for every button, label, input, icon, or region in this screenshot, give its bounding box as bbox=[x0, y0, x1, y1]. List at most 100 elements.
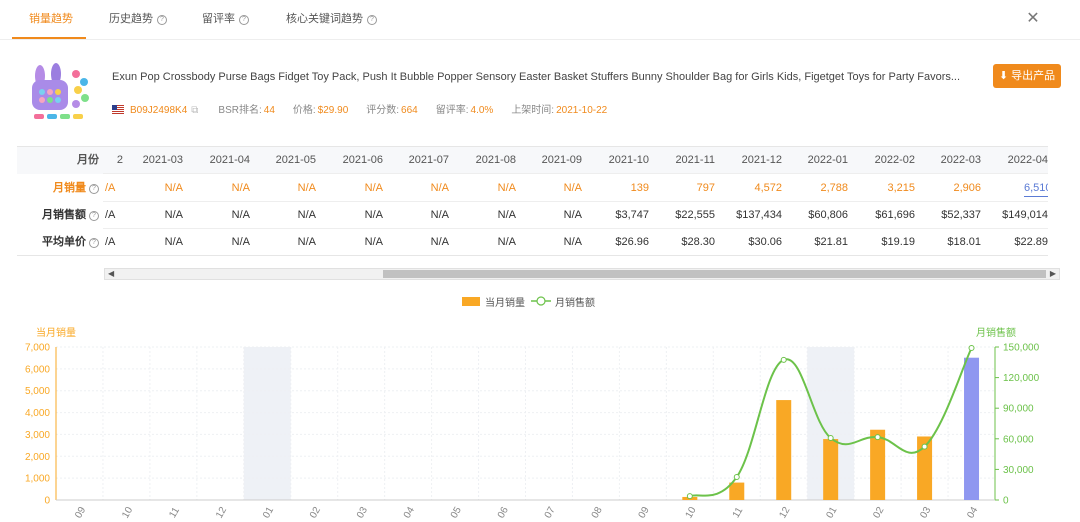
help-icon[interactable]: ? bbox=[89, 211, 99, 221]
price-value: $29.90 bbox=[317, 105, 349, 116]
revenue-point[interactable] bbox=[780, 356, 787, 363]
revenue-point[interactable] bbox=[733, 473, 740, 480]
launch-date-label: 上架时间: bbox=[511, 105, 555, 116]
x-axis-tick-label: 05 bbox=[449, 505, 464, 521]
row-label-text: 月销售额 bbox=[42, 209, 86, 221]
table-cell: $3,747 bbox=[615, 209, 649, 221]
table-cell: $18.01 bbox=[947, 236, 981, 248]
x-axis-tick-label: 10 bbox=[120, 505, 135, 521]
right-axis-tick-label: 30,000 bbox=[1003, 465, 1034, 476]
tab-keyword-trend[interactable]: 核心关键词趋势? bbox=[286, 0, 377, 40]
asin-link[interactable]: B09J2498K4 bbox=[130, 105, 187, 116]
x-axis-tick-label: 09 bbox=[73, 505, 88, 521]
table-cell: N/A bbox=[364, 209, 383, 221]
table-cell: 3,215 bbox=[887, 182, 915, 194]
bsr-value: 44 bbox=[263, 105, 275, 116]
right-axis-tick-label: 60,000 bbox=[1003, 434, 1034, 445]
table-header-label: 月份 bbox=[17, 147, 103, 174]
table-cell: N/A bbox=[297, 209, 316, 221]
table-row-average-price: /A N/A N/A N/A N/A N/A N/A N/A $26.96 $28.30 $30.… bbox=[17, 229, 1048, 255]
table-cell: N/A bbox=[297, 236, 316, 248]
legend-line-label[interactable]: 月销售额 bbox=[555, 294, 595, 309]
table-cell: $30.06 bbox=[748, 236, 782, 248]
sales-bar[interactable] bbox=[870, 429, 886, 500]
table-cell: $26.96 bbox=[615, 236, 649, 248]
table-cell: 2,906 bbox=[953, 182, 981, 194]
right-axis-tick-label: 0 bbox=[1003, 496, 1009, 507]
close-icon[interactable]: ✕ bbox=[1026, 10, 1040, 28]
help-icon[interactable]: ? bbox=[89, 184, 99, 194]
export-product-button[interactable]: ⬇ 导出产品 bbox=[993, 64, 1061, 88]
x-axis-tick-label: 04 bbox=[965, 505, 980, 521]
sales-bar[interactable] bbox=[964, 357, 980, 500]
x-axis-tick-label: 12 bbox=[777, 505, 792, 521]
legend-bar-label[interactable]: 当月销量 bbox=[485, 294, 525, 309]
table-horizontal-scrollbar[interactable]: ◀ ▶ bbox=[104, 268, 1060, 280]
tab-bar: 销量趋势 历史趋势? 留评率? 核心关键词趋势? ✕ bbox=[0, 0, 1080, 40]
table-cell[interactable]: 6,510 bbox=[1024, 179, 1048, 197]
table-cell: N/A bbox=[297, 182, 316, 194]
table-cell: 2021-10 bbox=[608, 154, 649, 166]
table-cell: $149,014 bbox=[1002, 209, 1048, 221]
active-tab-indicator bbox=[12, 37, 86, 39]
sales-bar[interactable] bbox=[729, 482, 745, 500]
table-cell: N/A bbox=[164, 236, 183, 248]
table-cell: N/A bbox=[563, 236, 582, 248]
highlight-band bbox=[243, 347, 291, 500]
x-axis-tick-label: 10 bbox=[684, 505, 699, 521]
table-cell: $137,434 bbox=[736, 209, 782, 221]
sales-trend-chart: 0 1,000 2,000 3,000 4,000 5,000 6,000 7,000 0 30,… bbox=[25, 343, 1040, 521]
table-cell: $60,806 bbox=[808, 209, 848, 221]
table-cell: N/A bbox=[231, 236, 250, 248]
table-cell: N/A bbox=[364, 182, 383, 194]
right-axis-tick-label: 120,000 bbox=[1003, 373, 1040, 384]
revenue-point[interactable] bbox=[874, 434, 881, 441]
right-axis-tick-label: 90,000 bbox=[1003, 404, 1034, 415]
right-axis-tick-label: 150,000 bbox=[1003, 343, 1040, 354]
product-title[interactable]: Exun Pop Crossbody Purse Bags Fidget Toy… bbox=[112, 71, 960, 83]
revenue-point[interactable] bbox=[921, 443, 928, 450]
help-icon[interactable]: ? bbox=[89, 238, 99, 248]
table-cell: 2022-04 bbox=[1007, 154, 1048, 166]
help-icon[interactable]: ? bbox=[239, 15, 249, 25]
x-axis-tick-label: 03 bbox=[918, 505, 933, 521]
row-label-average-price: 平均单价? bbox=[17, 229, 103, 255]
tab-review-rate[interactable]: 留评率? bbox=[202, 0, 249, 40]
revenue-point[interactable] bbox=[968, 345, 975, 352]
tab-sales-trend[interactable]: 销量趋势 bbox=[29, 0, 73, 40]
table-cell: N/A bbox=[430, 236, 449, 248]
table-cell: $21.81 bbox=[814, 236, 848, 248]
table-cell: $19.19 bbox=[881, 236, 915, 248]
export-label: 导出产品 bbox=[1011, 70, 1056, 82]
x-axis-tick-label: 08 bbox=[590, 505, 605, 521]
sales-bar[interactable] bbox=[823, 439, 839, 500]
scrollbar-thumb[interactable] bbox=[383, 270, 1046, 278]
external-link-icon[interactable]: ⧉ bbox=[191, 105, 198, 116]
scroll-right-icon[interactable]: ▶ bbox=[1050, 268, 1056, 280]
scroll-left-icon[interactable]: ◀ bbox=[108, 268, 114, 280]
row-label-text: 月销量 bbox=[53, 182, 86, 194]
x-axis-tick-label: 09 bbox=[637, 505, 652, 521]
table-cell: 2022-03 bbox=[940, 154, 981, 166]
x-axis-tick-label: 06 bbox=[496, 505, 511, 521]
table-row-monthly-sales: /A N/A N/A N/A N/A N/A N/A N/A 139 797 4,572 2,788… bbox=[17, 175, 1048, 202]
x-axis-tick-label: 11 bbox=[731, 505, 746, 520]
table-cell: N/A bbox=[497, 236, 516, 248]
table-cell: 2021-04 bbox=[209, 154, 250, 166]
left-axis-tick-label: 0 bbox=[44, 496, 50, 507]
left-axis-tick-label: 6,000 bbox=[25, 364, 50, 375]
table-cell: $61,696 bbox=[875, 209, 915, 221]
row-label-text: 平均单价 bbox=[42, 236, 86, 248]
table-cell: N/A bbox=[430, 182, 449, 194]
x-axis-tick-label: 02 bbox=[308, 505, 323, 521]
help-icon[interactable]: ? bbox=[157, 15, 167, 25]
table-cell: N/A bbox=[563, 182, 582, 194]
product-meta: B09J2498K4 ⧉ BSR排名: 44 价格: $29.90 评分数: 664 留评率: 4… bbox=[112, 101, 625, 116]
table-cell: 2021-12 bbox=[741, 154, 782, 166]
help-icon[interactable]: ? bbox=[367, 15, 377, 25]
left-axis-tick-label: 5,000 bbox=[25, 386, 50, 397]
revenue-point[interactable] bbox=[686, 493, 693, 500]
sales-bar[interactable] bbox=[776, 400, 792, 500]
tab-history-trend[interactable]: 历史趋势? bbox=[109, 0, 167, 40]
revenue-point[interactable] bbox=[827, 434, 834, 441]
